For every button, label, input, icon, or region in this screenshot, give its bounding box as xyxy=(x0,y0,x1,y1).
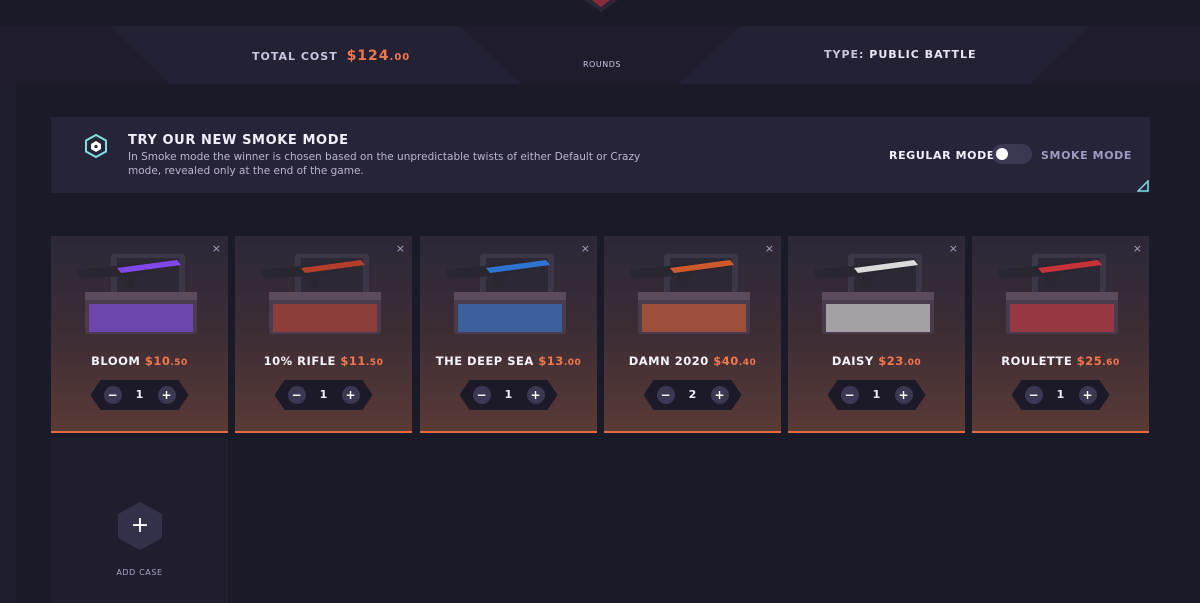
case-price-cents: .40 xyxy=(738,358,757,368)
smoke-mode-title: TRY OUR NEW SMOKE MODE xyxy=(128,133,349,148)
smoke-mode-label[interactable]: SMOKE MODE xyxy=(1041,149,1132,162)
battle-type-value: PUBLIC BATTLE xyxy=(869,48,977,61)
battle-summary-bar: TOTAL COST $124.00 ROUNDS TYPE: PUBLIC B… xyxy=(0,26,1200,84)
case-image xyxy=(446,254,566,334)
increase-quantity-button[interactable]: + xyxy=(342,386,360,404)
case-image xyxy=(814,254,934,334)
battle-type: TYPE: PUBLIC BATTLE xyxy=(824,48,977,61)
case-name: 10% RIFLE xyxy=(263,354,336,368)
quantity-stepper: − 1 + xyxy=(460,380,558,410)
increase-quantity-button[interactable]: + xyxy=(158,386,176,404)
summary-mid-wedge xyxy=(460,26,740,84)
add-case-tile[interactable]: + ADD CASE xyxy=(51,438,228,603)
case-card[interactable]: × ROULETTE $25.60 − 1 + xyxy=(972,236,1149,433)
smoke-mode-toggle[interactable] xyxy=(992,144,1032,164)
case-image xyxy=(998,254,1118,334)
summary-right-wedge xyxy=(1030,26,1200,84)
remove-case-icon[interactable]: × xyxy=(212,242,221,255)
case-name: THE DEEP SEA xyxy=(435,354,534,368)
case-name: DAMN 2020 xyxy=(628,354,709,368)
remove-case-icon[interactable]: × xyxy=(949,242,958,255)
case-name-price: 10% RIFLE $11.50 xyxy=(235,354,412,368)
add-case-button[interactable]: + xyxy=(118,502,162,550)
regular-mode-label[interactable]: REGULAR MODE xyxy=(889,149,995,162)
remove-case-icon[interactable]: × xyxy=(1133,242,1142,255)
smoke-mode-description: In Smoke mode the winner is chosen based… xyxy=(128,151,641,177)
case-price: $11 xyxy=(340,354,366,368)
case-card[interactable]: × DAISY $23.00 − 1 + xyxy=(788,236,965,433)
case-name: DAISY xyxy=(831,354,874,368)
case-name-price: ROULETTE $25.60 xyxy=(972,354,1149,368)
case-name: ROULETTE xyxy=(1001,354,1073,368)
case-image xyxy=(261,254,381,334)
case-name-price: BLOOM $10.50 xyxy=(51,354,228,368)
add-case-label: ADD CASE xyxy=(116,568,163,577)
left-side-wall xyxy=(0,84,16,603)
battle-type-label: TYPE: xyxy=(824,48,865,61)
increase-quantity-button[interactable]: + xyxy=(527,386,545,404)
quantity-stepper: − 1 + xyxy=(275,380,373,410)
remove-case-icon[interactable]: × xyxy=(396,242,405,255)
smoke-mode-icon xyxy=(85,134,107,158)
corner-triangle-icon xyxy=(1137,180,1149,192)
case-image xyxy=(630,254,750,334)
toggle-knob xyxy=(996,148,1008,160)
case-price: $25 xyxy=(1076,354,1103,368)
case-price-cents: .00 xyxy=(903,358,922,368)
increase-quantity-button[interactable]: + xyxy=(711,386,729,404)
case-price-cents: .60 xyxy=(1102,358,1120,368)
remove-case-icon[interactable]: × xyxy=(581,242,590,255)
case-image xyxy=(77,254,197,334)
case-price: $23 xyxy=(878,354,904,368)
case-name-price: DAMN 2020 $40.40 xyxy=(604,354,781,368)
quantity-stepper: − 1 + xyxy=(1012,380,1110,410)
case-card[interactable]: × THE DEEP SEA $13.00 − 1 + xyxy=(420,236,597,433)
case-price-cents: .50 xyxy=(365,358,384,368)
case-name-price: DAISY $23.00 xyxy=(788,354,965,368)
case-card[interactable]: × 10% RIFLE $11.50 − 1 + xyxy=(235,236,412,433)
total-cost-label: TOTAL COST xyxy=(252,50,338,63)
quantity-stepper: − 1 + xyxy=(91,380,189,410)
case-price: $13 xyxy=(538,354,564,368)
case-price: $40 xyxy=(713,354,739,368)
increase-quantity-button[interactable]: + xyxy=(895,386,913,404)
quantity-stepper: − 2 + xyxy=(644,380,742,410)
case-name: BLOOM xyxy=(91,354,141,368)
remove-case-icon[interactable]: × xyxy=(765,242,774,255)
total-cost-dollars: $124 xyxy=(346,48,390,64)
increase-quantity-button[interactable]: + xyxy=(1079,386,1097,404)
case-card[interactable]: × DAMN 2020 $40.40 − 2 + xyxy=(604,236,781,433)
rounds-label: ROUNDS xyxy=(583,60,621,69)
case-price: $10 xyxy=(144,354,171,368)
case-name-price: THE DEEP SEA $13.00 xyxy=(420,354,597,368)
total-cost: TOTAL COST $124.00 xyxy=(252,48,410,64)
smoke-mode-banner: TRY OUR NEW SMOKE MODE In Smoke mode the… xyxy=(51,117,1150,193)
total-cost-cents: .00 xyxy=(389,52,411,63)
summary-left-wedge xyxy=(0,26,170,84)
quantity-stepper: − 1 + xyxy=(828,380,926,410)
case-card[interactable]: × BLOOM $10.50 − 1 + xyxy=(51,236,228,433)
case-price-cents: .50 xyxy=(170,358,188,368)
case-price-cents: .00 xyxy=(563,358,582,368)
